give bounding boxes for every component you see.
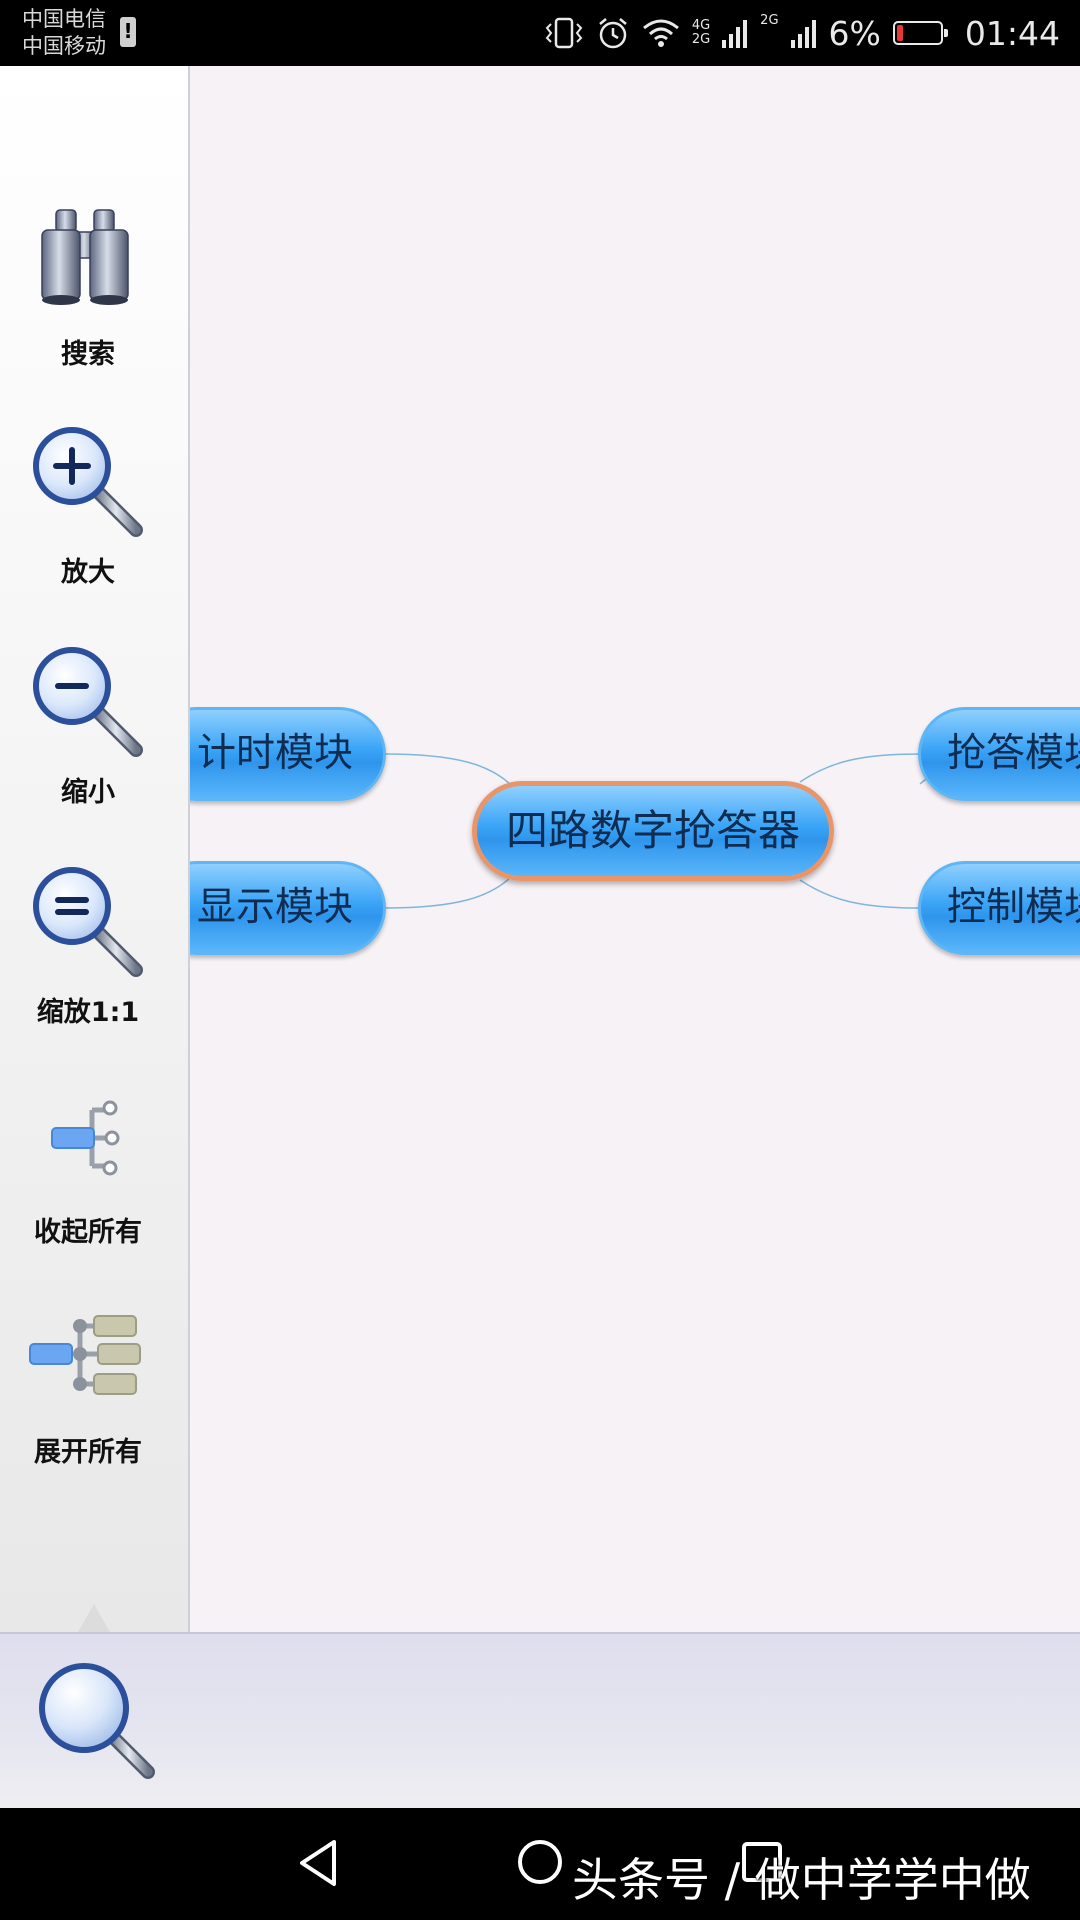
zoom-out-icon: [33, 647, 143, 757]
magnifier-icon[interactable]: [36, 1660, 160, 1784]
expand-all-label: 展开所有: [34, 1437, 142, 1468]
zoom-out-label: 缩小: [61, 777, 115, 808]
signal-1-icon: [722, 20, 748, 48]
screen: 中国电信 中国移动 ! 4G 2G 2G 6% 01:44 搜索 放大 缩小 缩…: [0, 0, 1080, 1920]
vibrate-icon: [545, 17, 583, 49]
carrier-labels: 中国电信 中国移动: [22, 6, 106, 60]
connector-left-bottom: [383, 877, 511, 909]
alarm-icon: [599, 18, 627, 49]
network-1-label: 4G 2G: [691, 18, 711, 47]
mindmap-node-timer[interactable]: 计时模块: [190, 707, 386, 801]
status-icons: 4G 2G 2G 6% 01:44: [544, 10, 1060, 56]
zoom-in-button[interactable]: 放大: [0, 424, 188, 624]
expand-tree-icon: [29, 1315, 141, 1395]
collapse-tree-icon: [51, 1100, 120, 1176]
carrier-1: 中国电信: [22, 7, 106, 31]
carrier-2: 中国移动: [22, 34, 106, 58]
collapse-all-button[interactable]: 收起所有: [0, 1084, 188, 1284]
mindmap-node-display[interactable]: 显示模块: [190, 861, 386, 955]
clock: 01:44: [964, 13, 1060, 53]
zoom-in-icon: [33, 427, 143, 537]
sim-alert-icon: !: [120, 17, 136, 47]
network-2-label: 2G: [760, 13, 779, 28]
toolbar: 搜索 放大 缩小 缩放1:1 收起所有 展开所有: [0, 66, 190, 1632]
connector-left-top: [383, 753, 511, 785]
zoom-out-button[interactable]: 缩小: [0, 644, 188, 844]
back-icon[interactable]: [296, 1838, 342, 1888]
status-bar: 中国电信 中国移动 ! 4G 2G 2G 6% 01:44: [0, 0, 1080, 66]
mindmap-root-node[interactable]: 四路数字抢答器: [472, 781, 834, 881]
connector-right-bottom: [799, 879, 921, 909]
watermark: 头条号 / 做中学学中做: [572, 1853, 1031, 1907]
battery-percent: 6%: [828, 13, 881, 53]
mindmap-node-buzzer[interactable]: 抢答模块: [918, 707, 1080, 801]
search-button[interactable]: 搜索: [0, 206, 188, 406]
signal-2-icon: [790, 20, 816, 48]
binoculars-icon: [41, 209, 129, 305]
mindmap-node-control[interactable]: 控制模块: [918, 861, 1080, 955]
scroll-up-arrow-icon[interactable]: [78, 1604, 110, 1632]
zoom-reset-icon: [33, 867, 143, 977]
battery-icon: [892, 21, 948, 45]
search-panel: [0, 1632, 1080, 1808]
home-icon[interactable]: [516, 1838, 564, 1886]
zoom-reset-label: 缩放1:1: [36, 997, 140, 1028]
wifi-icon: [642, 19, 679, 47]
mindmap-canvas[interactable]: 计时模块 显示模块 四路数字抢答器 抢答模块 控制模块: [190, 66, 1080, 1632]
expand-all-button[interactable]: 展开所有: [0, 1304, 188, 1504]
zoom-reset-button[interactable]: 缩放1:1: [0, 864, 188, 1064]
zoom-in-label: 放大: [61, 557, 115, 588]
collapse-all-label: 收起所有: [34, 1217, 142, 1248]
search-label: 搜索: [61, 339, 115, 370]
